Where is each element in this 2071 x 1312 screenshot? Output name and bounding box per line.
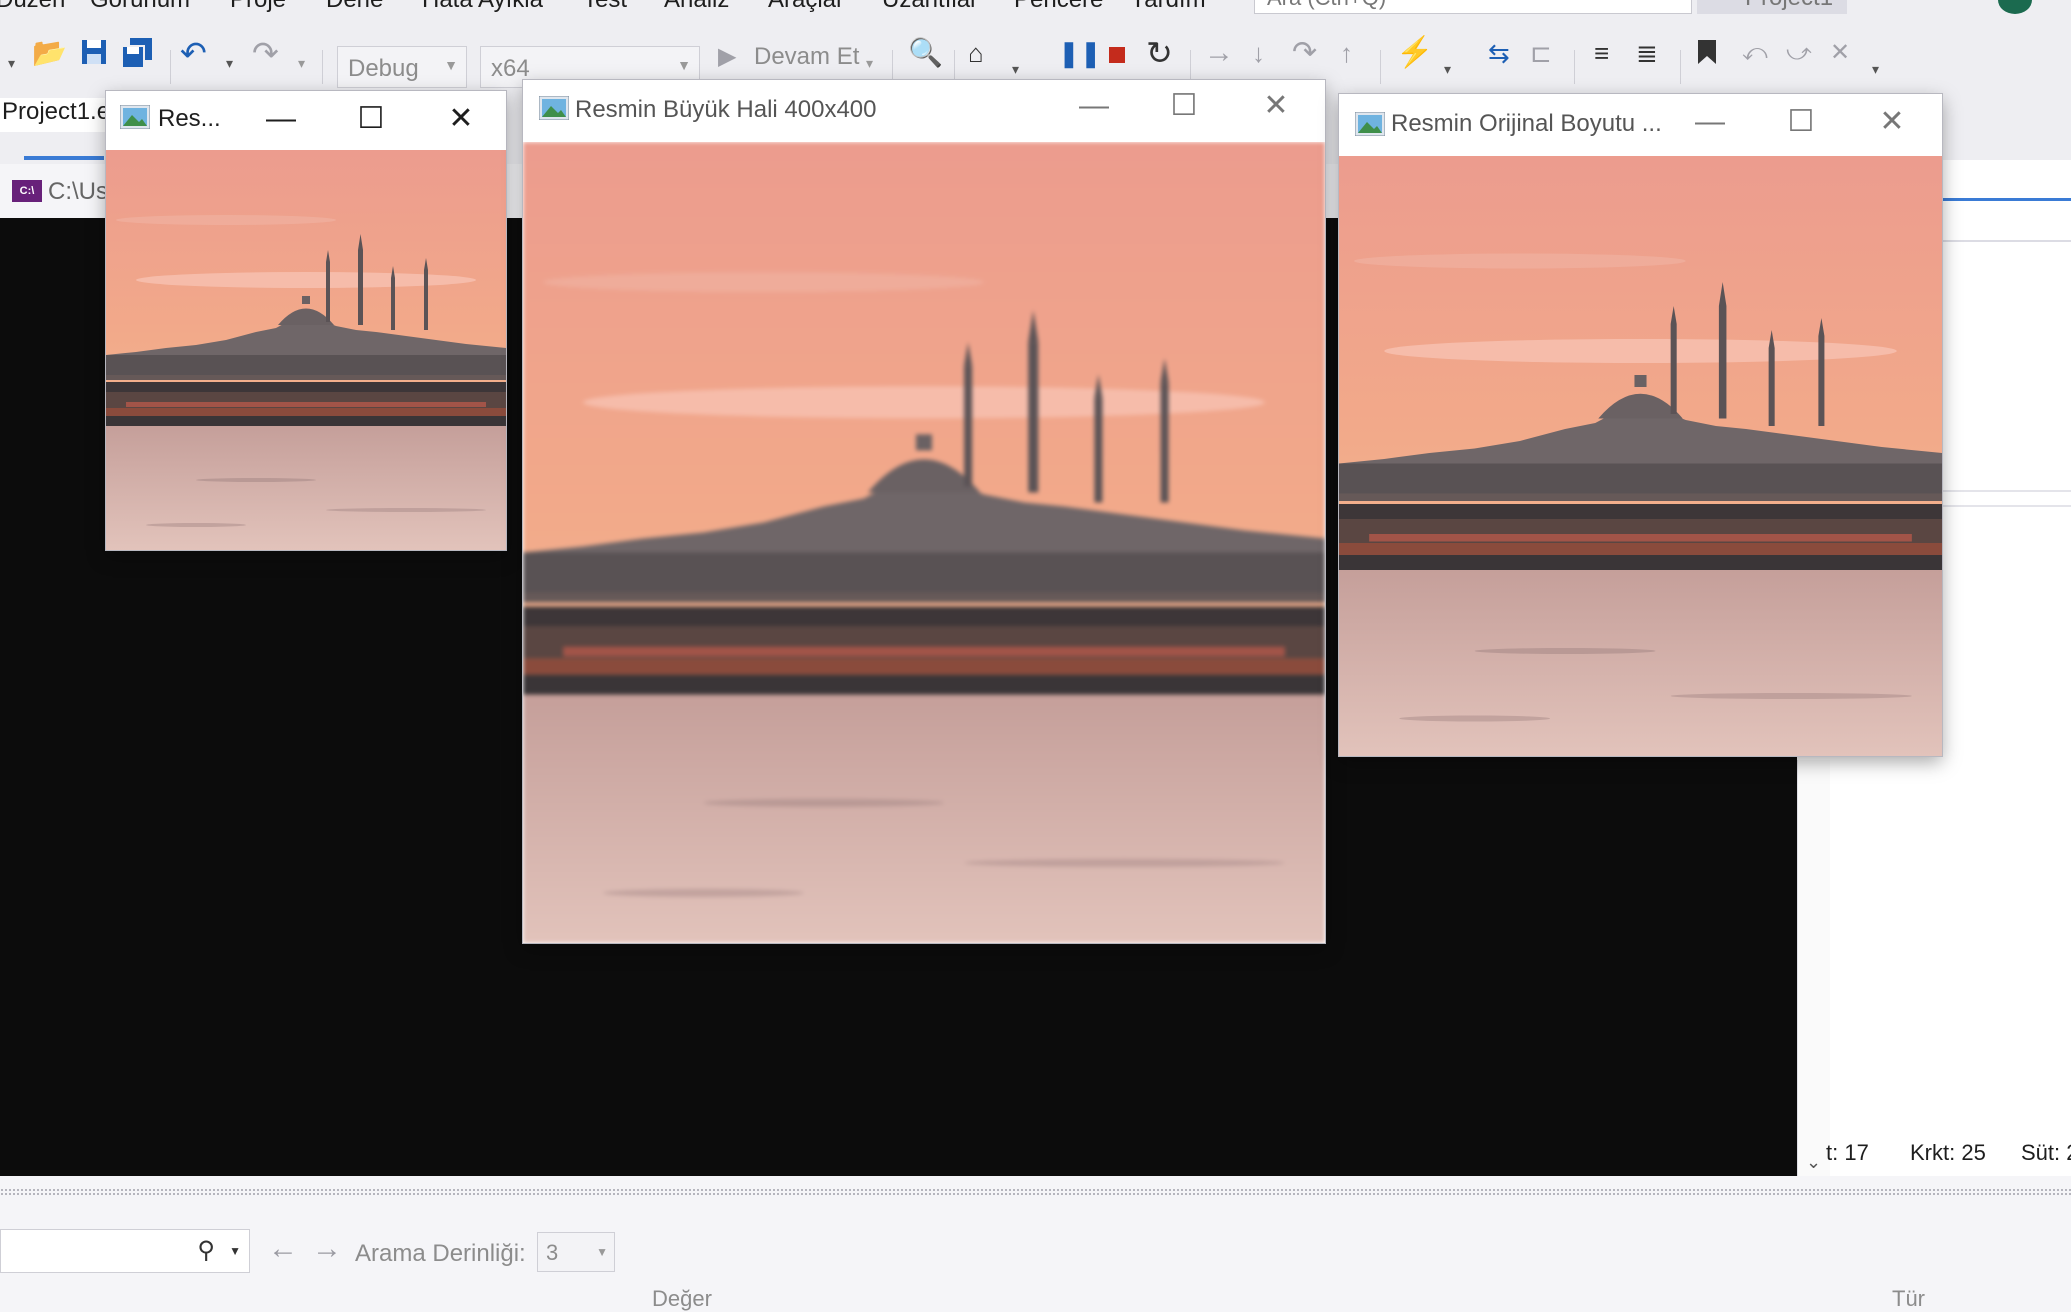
menu-tools[interactable]: Araçlar <box>768 0 844 14</box>
menu-debug[interactable]: Hata Ayıkla <box>422 0 543 14</box>
project-name-chip: Project1 <box>1697 0 1847 14</box>
image-window-small[interactable]: Res... — ☐ ✕ <box>106 91 506 550</box>
menu-bar: Düzen Görünüm Proje Derle Hata Ayıkla Te… <box>0 0 2071 14</box>
play-icon[interactable]: ▶ <box>718 42 736 72</box>
thread-icon[interactable]: ⇆ <box>1488 38 1510 68</box>
save-all-icon[interactable] <box>121 38 154 74</box>
menu-build[interactable]: Derle <box>326 0 383 14</box>
minimize-button[interactable]: — <box>256 99 306 139</box>
close-button[interactable]: ✕ <box>1251 86 1301 126</box>
comment-lines-icon[interactable]: ≡ <box>1594 38 1609 68</box>
menu-edit[interactable]: Düzen <box>0 0 65 14</box>
maximize-button[interactable]: ☐ <box>1159 86 1209 126</box>
show-next-statement-icon[interactable]: → <box>1204 38 1234 68</box>
redo-dropdown-icon[interactable]: ▾ <box>298 48 305 78</box>
stack-frame-icon[interactable]: ⊏ <box>1530 38 1552 68</box>
clear-bookmarks-icon[interactable]: ✕ <box>1830 38 1850 68</box>
editor-scrollbar[interactable]: ⌄ <box>1797 760 1830 1176</box>
window-title: Resmin Büyük Hali 400x400 <box>575 96 877 123</box>
save-icon[interactable] <box>80 38 108 72</box>
configuration-select[interactable]: Debug ▼ <box>337 46 467 88</box>
menu-window[interactable]: Pencere <box>1014 0 1103 14</box>
close-button[interactable]: ✕ <box>436 99 486 139</box>
hot-reload-icon[interactable]: ⚡ <box>1396 38 1433 68</box>
search-depth-label: Arama Derinliği: <box>355 1240 526 1267</box>
continue-button[interactable]: Devam Et <box>754 42 859 72</box>
menu-extensions[interactable]: Uzantılar <box>882 0 978 14</box>
continue-dropdown-icon[interactable]: ▾ <box>866 48 873 78</box>
toolbar-overflow-icon[interactable]: ▾ <box>1872 54 1879 84</box>
image-content <box>1339 156 1942 756</box>
status-line: t: 17 <box>1826 1140 1869 1165</box>
window-titlebar[interactable]: Res... — ☐ ✕ <box>106 91 506 150</box>
search-icon[interactable]: ⚲ <box>197 1236 215 1265</box>
bookmark-icon[interactable] <box>1696 38 1718 72</box>
menu-view[interactable]: Görünüm <box>90 0 190 14</box>
window-title: Resmin Orijinal Boyutu ... <box>1391 110 1662 137</box>
search-forward-icon[interactable]: → <box>312 1232 342 1266</box>
minimize-button[interactable]: — <box>1685 102 1735 142</box>
scroll-down-icon[interactable]: ⌄ <box>1806 1152 1821 1173</box>
search-input[interactable]: Ara (Ctrl+Q) <box>1254 0 1692 14</box>
console-app-icon: C:\ <box>12 180 42 202</box>
close-button[interactable]: ✕ <box>1867 102 1917 142</box>
open-folder-icon[interactable]: 📂 <box>32 38 67 68</box>
image-content <box>523 142 1325 943</box>
menu-help[interactable]: Yardım <box>1130 0 1206 14</box>
window-title: Res... <box>158 105 221 132</box>
watch-search-input[interactable]: ⚲ ▼ <box>0 1229 250 1273</box>
watch-panel: ⚲ ▼ ← → Arama Derinliği: 3 ▼ Değer Tür <box>0 1204 2071 1311</box>
search-dropdown-icon[interactable]: ▼ <box>229 1244 241 1258</box>
diagnostic-tools-icon[interactable]: ⌂ <box>968 38 984 68</box>
uncomment-lines-icon[interactable]: ≣ <box>1636 38 1658 68</box>
menu-analyze[interactable]: Analiz <box>664 0 729 14</box>
console-path-label: C:\Us <box>48 178 108 205</box>
prev-bookmark-icon[interactable]: ⤺ <box>1742 38 1768 68</box>
column-header-value: Değer <box>652 1286 712 1311</box>
step-out-icon[interactable]: ↑ <box>1340 38 1353 68</box>
redo-icon[interactable]: ↷ <box>252 37 279 69</box>
search-back-icon[interactable]: ← <box>268 1232 298 1266</box>
menu-test[interactable]: Test <box>583 0 627 14</box>
image-window-large[interactable]: Resmin Büyük Hali 400x400 — ☐ ✕ <box>523 80 1325 943</box>
panel-splitter[interactable] <box>0 1176 2071 1204</box>
maximize-button[interactable]: ☐ <box>1776 102 1826 142</box>
image-window-original[interactable]: Resmin Orijinal Boyutu ... — ☐ ✕ <box>1339 94 1942 756</box>
window-titlebar[interactable]: Resmin Orijinal Boyutu ... — ☐ ✕ <box>1339 94 1942 156</box>
status-col: Süt: 2 <box>2021 1140 2071 1165</box>
column-header-type: Tür <box>1892 1286 1925 1311</box>
image-content <box>106 150 506 550</box>
hot-reload-dropdown-icon[interactable]: ▾ <box>1444 54 1451 84</box>
stop-icon[interactable] <box>1106 38 1128 72</box>
step-into-icon[interactable]: ↓ <box>1252 38 1265 68</box>
status-char: Krkt: 25 <box>1910 1140 1986 1165</box>
image-app-icon <box>120 105 150 129</box>
menu-project[interactable]: Proje <box>230 0 286 14</box>
restart-icon[interactable]: ↻ <box>1146 37 1173 69</box>
chevron-down-icon[interactable]: ▾ <box>8 48 15 78</box>
undo-dropdown-icon[interactable]: ▾ <box>226 48 233 78</box>
image-app-icon <box>539 96 569 120</box>
step-over-icon[interactable]: ↷ <box>1292 38 1317 68</box>
pause-icon[interactable]: ❚❚ <box>1058 38 1102 68</box>
avatar[interactable] <box>1998 0 2032 14</box>
next-bookmark-icon[interactable]: ⤻ <box>1786 38 1812 68</box>
attach-process-icon[interactable]: 🔍 <box>908 38 943 68</box>
undo-icon[interactable]: ↶ <box>180 37 207 69</box>
window-titlebar[interactable]: Resmin Büyük Hali 400x400 — ☐ ✕ <box>523 80 1325 142</box>
search-depth-select[interactable]: 3 ▼ <box>537 1232 615 1272</box>
minimize-button[interactable]: — <box>1069 86 1119 126</box>
maximize-button[interactable]: ☐ <box>346 99 396 139</box>
image-app-icon <box>1355 112 1385 136</box>
active-tab-indicator <box>24 156 104 160</box>
